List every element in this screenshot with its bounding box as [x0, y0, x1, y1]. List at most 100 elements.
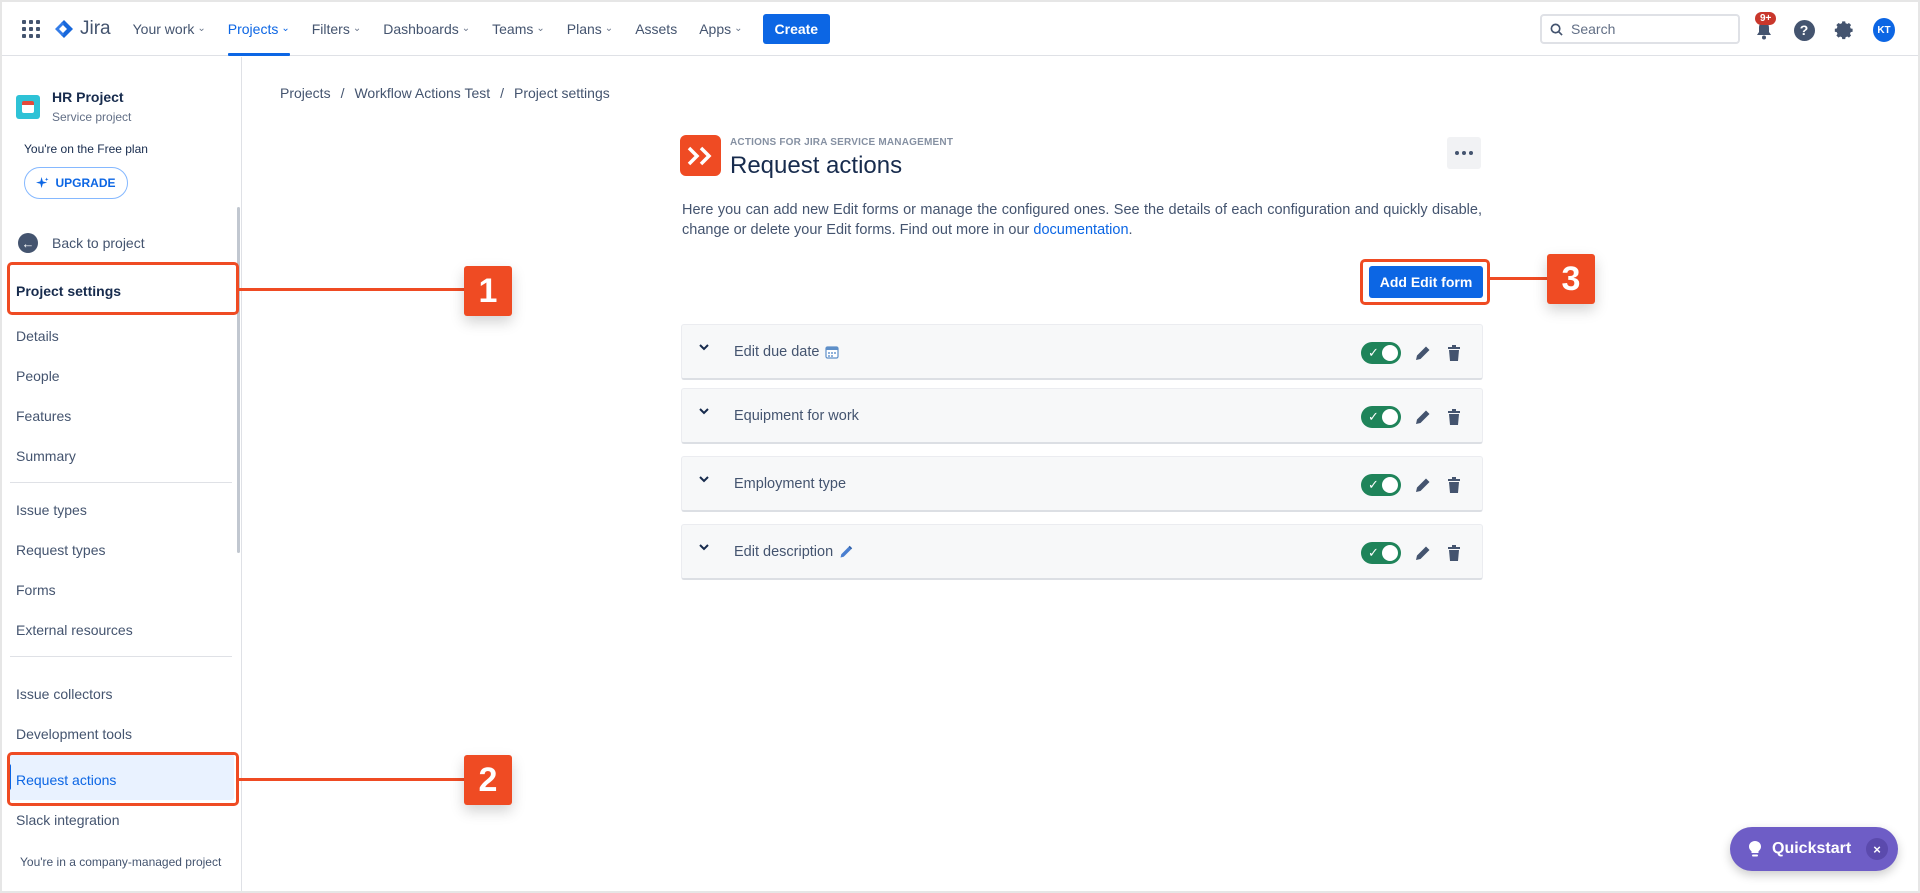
plan-text: You're on the Free plan	[24, 142, 148, 156]
help-button[interactable]: ?	[1793, 19, 1815, 41]
trash-icon[interactable]	[1444, 407, 1464, 427]
nav-label: Teams	[492, 20, 534, 37]
pencil-icon[interactable]	[1413, 407, 1433, 427]
app-eyebrow: ACTIONS FOR JIRA SERVICE MANAGEMENT	[730, 137, 954, 148]
create-button[interactable]: Create	[762, 13, 831, 44]
nav-projects[interactable]: Projects ⌄	[227, 2, 290, 56]
help-icon: ?	[1793, 19, 1815, 41]
upgrade-label: UPGRADE	[55, 176, 116, 190]
pencil-icon[interactable]	[1413, 475, 1433, 495]
nav-label: Your work	[132, 20, 195, 37]
nav-label: Apps	[699, 20, 732, 37]
sidebar-item-development-tools[interactable]: Development tools	[16, 726, 132, 742]
arrow-left-icon: ←	[18, 233, 38, 253]
edit-form-row[interactable]: Edit due date ✓	[681, 324, 1483, 380]
edit-form-title: Edit due date	[734, 344, 840, 360]
edit-form-title-text: Equipment for work	[734, 408, 859, 424]
sidebar-item-features[interactable]: Features	[16, 408, 71, 424]
edit-form-title: Employment type	[734, 476, 846, 492]
chevron-down-icon: ⌄	[281, 23, 290, 34]
breadcrumb-project-settings[interactable]: Project settings	[514, 85, 610, 101]
sidebar-item-forms[interactable]: Forms	[16, 582, 56, 598]
double-chevron-right-icon	[687, 146, 711, 165]
sidebar-item-issue-types[interactable]: Issue types	[16, 502, 87, 518]
edit-form-title-text: Edit description	[734, 544, 834, 560]
pencil-icon[interactable]	[1413, 543, 1433, 563]
nav-assets[interactable]: Assets	[635, 2, 677, 56]
trash-icon[interactable]	[1444, 343, 1464, 363]
trash-icon[interactable]	[1444, 543, 1464, 563]
checkmark-icon: ✓	[1368, 545, 1379, 560]
page-title: Request actions	[730, 152, 903, 179]
edit-form-title: Equipment for work	[734, 408, 859, 424]
chevron-down-icon: ⌄	[352, 23, 362, 34]
project-name: HR Project	[52, 89, 124, 105]
chevron-down-icon: ⌄	[461, 23, 471, 34]
annotation-line-2	[239, 778, 465, 781]
chevron-down-icon[interactable]	[698, 405, 710, 417]
edit-form-row[interactable]: Employment type ✓	[681, 456, 1483, 512]
chevron-down-icon: ⌄	[536, 23, 545, 34]
back-to-project-link[interactable]: ← Back to project	[18, 233, 145, 253]
pencil-icon[interactable]	[1413, 343, 1433, 363]
edit-form-title-text: Employment type	[734, 476, 847, 492]
lightbulb-icon	[1749, 841, 1761, 857]
enable-toggle[interactable]: ✓	[1361, 542, 1401, 564]
profile-button[interactable]: KT	[1873, 18, 1895, 42]
gear-icon	[1834, 21, 1853, 40]
edit-form-row[interactable]: Edit description ✓	[681, 524, 1483, 580]
ellipsis-icon	[1455, 151, 1459, 155]
description-end: .	[1128, 222, 1133, 238]
search-input[interactable]: Search	[1540, 14, 1740, 44]
more-actions-button[interactable]	[1447, 137, 1481, 169]
chevron-down-icon[interactable]	[698, 341, 710, 353]
documentation-link[interactable]: documentation	[1033, 222, 1128, 238]
trash-icon[interactable]	[1444, 475, 1464, 495]
app-window: Jira Your work ⌄ Projects ⌄ Filters ⌄ Dashb…	[2, 2, 1918, 891]
nav-apps[interactable]: Apps ⌄	[699, 2, 742, 56]
sidebar-divider	[10, 482, 232, 483]
nav-plans[interactable]: Plans ⌄	[567, 2, 613, 56]
nav-filters[interactable]: Filters ⌄	[312, 2, 362, 56]
annotation-highlight-1	[7, 262, 239, 315]
avatar: KT	[1873, 18, 1895, 42]
nav-label: Filters	[311, 20, 350, 37]
calendar-icon	[825, 346, 840, 359]
project-header[interactable]: HR Project Service project	[16, 89, 131, 124]
breadcrumb-projects[interactable]: Projects	[280, 85, 331, 101]
sidebar-item-request-types[interactable]: Request types	[16, 542, 106, 558]
nav-teams[interactable]: Teams ⌄	[492, 2, 545, 56]
sidebar-item-issue-collectors[interactable]: Issue collectors	[16, 686, 112, 702]
edit-form-title: Edit description	[734, 544, 853, 560]
enable-toggle[interactable]: ✓	[1361, 474, 1401, 496]
annotation-number-1: 1	[464, 266, 512, 316]
checkmark-icon: ✓	[1368, 409, 1379, 424]
chevron-down-icon: ⌄	[604, 23, 614, 34]
breadcrumb-separator: /	[500, 85, 505, 101]
nav-your-work[interactable]: Your work ⌄	[133, 2, 206, 56]
sidebar-scrollbar[interactable]	[237, 207, 240, 553]
enable-toggle[interactable]: ✓	[1361, 406, 1401, 428]
sidebar-item-external-resources[interactable]: External resources	[16, 622, 133, 638]
sidebar-item-summary[interactable]: Summary	[16, 448, 76, 464]
settings-button[interactable]	[1833, 19, 1855, 41]
chevron-down-icon[interactable]	[698, 473, 710, 485]
sidebar-item-slack-integration[interactable]: Slack integration	[16, 812, 120, 828]
edit-form-title-text: Edit due date	[734, 344, 820, 360]
upgrade-button[interactable]: UPGRADE	[24, 167, 128, 199]
add-edit-form-button[interactable]: Add Edit form	[1369, 266, 1483, 298]
jira-logo[interactable]: Jira	[54, 18, 111, 40]
nav-dashboards[interactable]: Dashboards ⌄	[383, 2, 470, 56]
app-switcher-icon[interactable]	[22, 19, 40, 38]
quickstart-button[interactable]: Quickstart ×	[1730, 827, 1898, 871]
breadcrumb-project[interactable]: Workflow Actions Test	[354, 85, 490, 101]
sidebar-item-details[interactable]: Details	[16, 328, 59, 344]
breadcrumb: Projects / Workflow Actions Test / Proje…	[280, 85, 610, 101]
edit-form-row[interactable]: Equipment for work ✓	[681, 388, 1483, 444]
chevron-down-icon[interactable]	[698, 541, 710, 553]
close-icon[interactable]: ×	[1866, 838, 1888, 860]
enable-toggle[interactable]: ✓	[1361, 342, 1401, 364]
sidebar-item-people[interactable]: People	[16, 368, 60, 384]
quickstart-label: Quickstart	[1772, 840, 1852, 857]
annotation-number-3: 3	[1547, 254, 1595, 304]
